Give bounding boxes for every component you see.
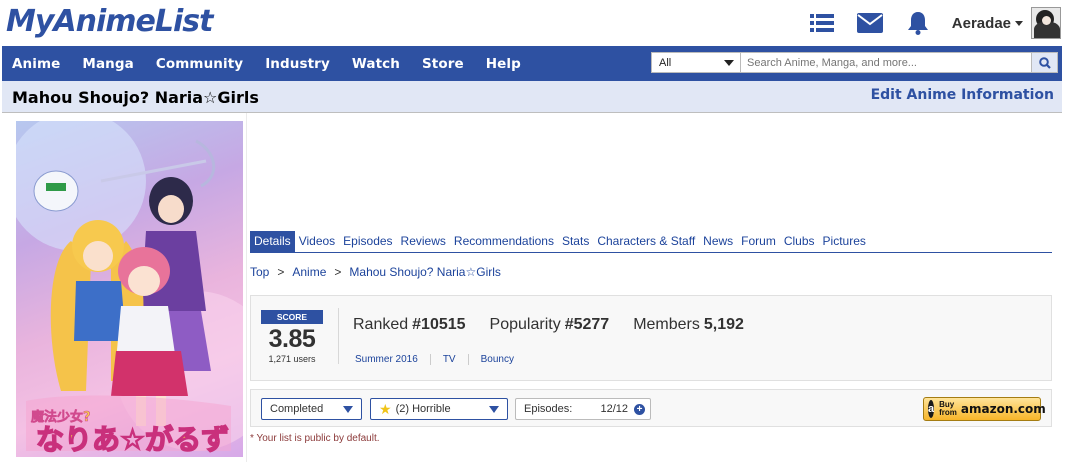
svg-text:なりあ☆がるず: なりあ☆がるず — [36, 423, 229, 456]
site-logo[interactable]: MyAnimeList — [6, 4, 213, 39]
stats-box: SCORE 3.85 1,271 users Ranked #10515 Pop… — [250, 295, 1052, 381]
breadcrumb: Top > Anime > Mahou Shoujo? Naria☆Girls — [250, 265, 501, 279]
tab-pictures[interactable]: Pictures — [819, 231, 870, 252]
chevron-down-icon — [1015, 20, 1023, 26]
ranked-value: #10515 — [412, 316, 466, 333]
tab-forum[interactable]: Forum — [737, 231, 780, 252]
breadcrumb-top[interactable]: Top — [250, 265, 269, 279]
page-title: Mahou Shoujo? Naria☆Girls — [12, 88, 259, 107]
search-input[interactable] — [741, 52, 1032, 73]
avatar[interactable] — [1031, 7, 1061, 39]
cover-image[interactable]: 魔法少女? なりあ☆がるず — [16, 121, 243, 457]
search-category-select[interactable]: All — [651, 52, 741, 73]
rank-line: Ranked #10515 Popularity #5277 Members 5… — [353, 316, 768, 334]
edit-anime-link[interactable]: Edit Anime Information — [871, 87, 1054, 103]
user-menu[interactable]: Aeradae — [952, 15, 1023, 32]
chevron-down-icon — [343, 406, 353, 413]
search-bar: All — [651, 52, 1058, 73]
nav-help[interactable]: Help — [486, 56, 521, 72]
cover-illustration: 魔法少女? なりあ☆がるず — [16, 121, 243, 457]
bell-icon[interactable] — [898, 6, 938, 40]
header-icons: Aeradae — [794, 6, 1068, 40]
plus-icon[interactable]: + — [634, 404, 645, 415]
episodes-label: Episodes: — [524, 403, 573, 415]
star-icon: ★ — [379, 400, 392, 417]
tab-reviews[interactable]: Reviews — [397, 231, 450, 252]
chevron-down-icon — [489, 406, 499, 413]
tab-videos[interactable]: Videos — [295, 231, 339, 252]
search-icon — [1038, 56, 1051, 69]
breadcrumb-anime[interactable]: Anime — [292, 265, 326, 279]
mail-icon[interactable] — [850, 6, 890, 40]
nav-manga[interactable]: Manga — [82, 56, 133, 72]
tab-news[interactable]: News — [699, 231, 737, 252]
chevron-down-icon — [724, 60, 734, 66]
search-button[interactable] — [1032, 52, 1058, 73]
buy-amazon-button[interactable]: a Buy from amazon.com — [923, 397, 1046, 421]
tab-stats[interactable]: Stats — [558, 231, 593, 252]
rating-select[interactable]: ★ (2) Horrible — [370, 398, 508, 420]
divider — [338, 308, 339, 364]
score-value: 3.85 — [268, 325, 316, 353]
nav-anime[interactable]: Anime — [12, 56, 60, 72]
amazon-from-label: from — [939, 408, 957, 417]
nav-watch[interactable]: Watch — [352, 56, 400, 72]
amazon-brand-label: amazon.com — [960, 402, 1046, 416]
list-icon[interactable] — [802, 6, 842, 40]
members-value: 5,192 — [703, 316, 744, 333]
episodes-field[interactable]: Episodes: 12/12 + — [515, 398, 651, 420]
top-header: MyAnimeList Aeradae — [0, 0, 1068, 46]
season-link[interactable]: Summer 2016 — [355, 354, 431, 365]
nav-industry[interactable]: Industry — [265, 56, 330, 72]
popularity-label: Popularity — [489, 316, 561, 333]
nav-store[interactable]: Store — [422, 56, 464, 72]
main-nav: Anime Manga Community Industry Watch Sto… — [2, 46, 1062, 81]
studio-link[interactable]: Bouncy — [481, 354, 526, 365]
list-controls: Completed ★ (2) Horrible Episodes: 12/12… — [250, 389, 1052, 427]
score-users: 1,271 users — [268, 354, 316, 364]
breadcrumb-separator: > — [334, 265, 342, 279]
public-note: * Your list is public by default. — [250, 433, 380, 444]
breadcrumb-current[interactable]: Mahou Shoujo? Naria☆Girls — [349, 265, 501, 279]
detail-tabs: Details Videos Episodes Reviews Recommen… — [250, 231, 1052, 253]
username-label: Aeradae — [951, 14, 1011, 32]
tab-characters-staff[interactable]: Characters & Staff — [593, 231, 699, 252]
episodes-value: 12/12 — [600, 403, 628, 415]
members-label: Members — [633, 316, 700, 333]
status-select[interactable]: Completed — [261, 398, 362, 420]
nav-community[interactable]: Community — [156, 56, 243, 72]
tab-details[interactable]: Details — [250, 231, 295, 252]
type-link[interactable]: TV — [443, 354, 469, 365]
score-label: SCORE — [261, 310, 323, 324]
info-line: Summer 2016 TV Bouncy — [355, 354, 538, 365]
tab-episodes[interactable]: Episodes — [339, 231, 396, 252]
amazon-icon: a — [928, 400, 935, 418]
title-bar: Mahou Shoujo? Naria☆Girls Edit Anime Inf… — [2, 81, 1062, 113]
popularity-value: #5277 — [564, 316, 610, 333]
tab-recommendations[interactable]: Recommendations — [450, 231, 558, 252]
tab-clubs[interactable]: Clubs — [780, 231, 819, 252]
left-column: 魔法少女? なりあ☆がるず — [2, 113, 247, 462]
score-block: SCORE 3.85 1,271 users — [261, 310, 323, 364]
breadcrumb-separator: > — [277, 265, 285, 279]
ranked-label: Ranked — [353, 316, 409, 333]
